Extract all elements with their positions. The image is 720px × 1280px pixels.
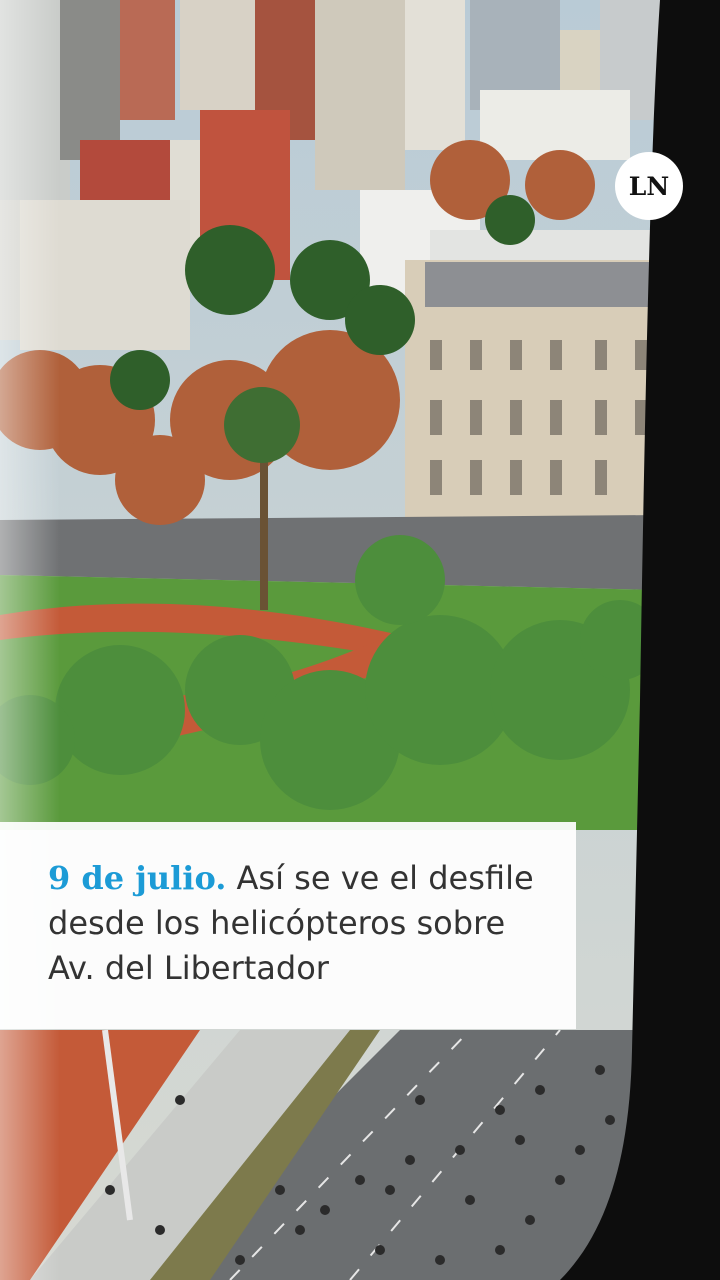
ln-logo[interactable]: LN xyxy=(615,152,683,220)
caption-card: 9 de julio. Así se ve el desfile desde l… xyxy=(0,822,576,1029)
caption-lead: 9 de julio. xyxy=(48,859,227,897)
city-view xyxy=(0,0,675,1280)
aerial-photo xyxy=(0,0,720,1280)
